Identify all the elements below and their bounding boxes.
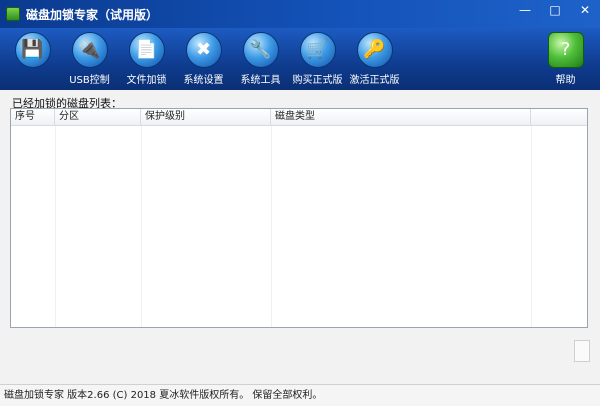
cart-icon: 🛒 bbox=[299, 32, 336, 68]
key-icon: 🔑 bbox=[356, 32, 393, 68]
toolbar-item-system-tools[interactable]: 🔧 系统工具 bbox=[232, 28, 289, 90]
toolbar-label: 系统工具 bbox=[240, 75, 281, 86]
column-divider bbox=[271, 126, 272, 327]
toolbar-item-system-settings[interactable]: ✖ 系统设置 bbox=[175, 28, 232, 90]
toolbar-item-buy[interactable]: 🛒 购买正式版 bbox=[289, 28, 346, 90]
usb-icon: 🔌 bbox=[71, 32, 108, 68]
window-title: 磁盘加锁专家（试用版） bbox=[26, 7, 159, 22]
file-icon: 📄 bbox=[128, 32, 165, 68]
window-controls: — □ ✕ bbox=[514, 2, 596, 18]
toolbar-item-usb-control[interactable]: 🔌 USB控制 bbox=[61, 28, 118, 90]
column-divider bbox=[55, 126, 56, 327]
table-header: 序号 分区 保护级别 磁盘类型 bbox=[11, 109, 587, 126]
tools-icon: ✖ bbox=[185, 32, 222, 68]
toolbar-item-save[interactable]: 💾 bbox=[4, 28, 61, 90]
help-icon: ? bbox=[547, 32, 584, 68]
column-header-partition[interactable]: 分区 bbox=[55, 109, 141, 125]
column-header-disk-type[interactable]: 磁盘类型 bbox=[271, 109, 531, 125]
title-bar: 磁盘加锁专家（试用版） — □ ✕ bbox=[0, 0, 600, 28]
side-box bbox=[574, 340, 590, 362]
column-header-protection-level[interactable]: 保护级别 bbox=[141, 109, 271, 125]
column-divider bbox=[531, 126, 532, 327]
main-toolbar: 💾 🔌 USB控制 📄 文件加锁 ✖ 系统设置 🔧 系统工具 🛒 购买正式版 🔑… bbox=[0, 28, 600, 90]
column-divider bbox=[141, 126, 142, 327]
save-icon: 💾 bbox=[14, 32, 51, 68]
toolbar-label: 系统设置 bbox=[183, 75, 224, 86]
toolbar-label: 购买正式版 bbox=[292, 75, 343, 86]
toolbar-item-help[interactable]: ? 帮助 bbox=[537, 28, 594, 90]
minimize-button[interactable]: — bbox=[514, 2, 536, 18]
toolbar-label: 文件加锁 bbox=[126, 75, 167, 86]
toolbar-item-activate[interactable]: 🔑 激活正式版 bbox=[346, 28, 403, 90]
locked-disk-table[interactable]: 序号 分区 保护级别 磁盘类型 bbox=[10, 108, 588, 328]
toolbar-label: USB控制 bbox=[69, 75, 110, 86]
main-content: 已经加锁的磁盘列表： 序号 分区 保护级别 磁盘类型 磁盘加锁专家 版本2.66… bbox=[0, 90, 600, 406]
wrench-icon: 🔧 bbox=[242, 32, 279, 68]
app-logo-icon bbox=[6, 7, 20, 21]
table-body bbox=[11, 126, 587, 327]
close-button[interactable]: ✕ bbox=[574, 2, 596, 18]
column-header-index[interactable]: 序号 bbox=[11, 109, 55, 125]
toolbar-label: 帮助 bbox=[555, 75, 576, 86]
toolbar-label: 激活正式版 bbox=[349, 75, 400, 86]
maximize-button[interactable]: □ bbox=[544, 2, 566, 18]
status-bar: 磁盘加锁专家 版本2.66 (C) 2018 夏冰软件版权所有。 保留全部权利。 bbox=[0, 384, 600, 406]
column-header-extra[interactable] bbox=[531, 109, 587, 125]
toolbar-item-file-lock[interactable]: 📄 文件加锁 bbox=[118, 28, 175, 90]
